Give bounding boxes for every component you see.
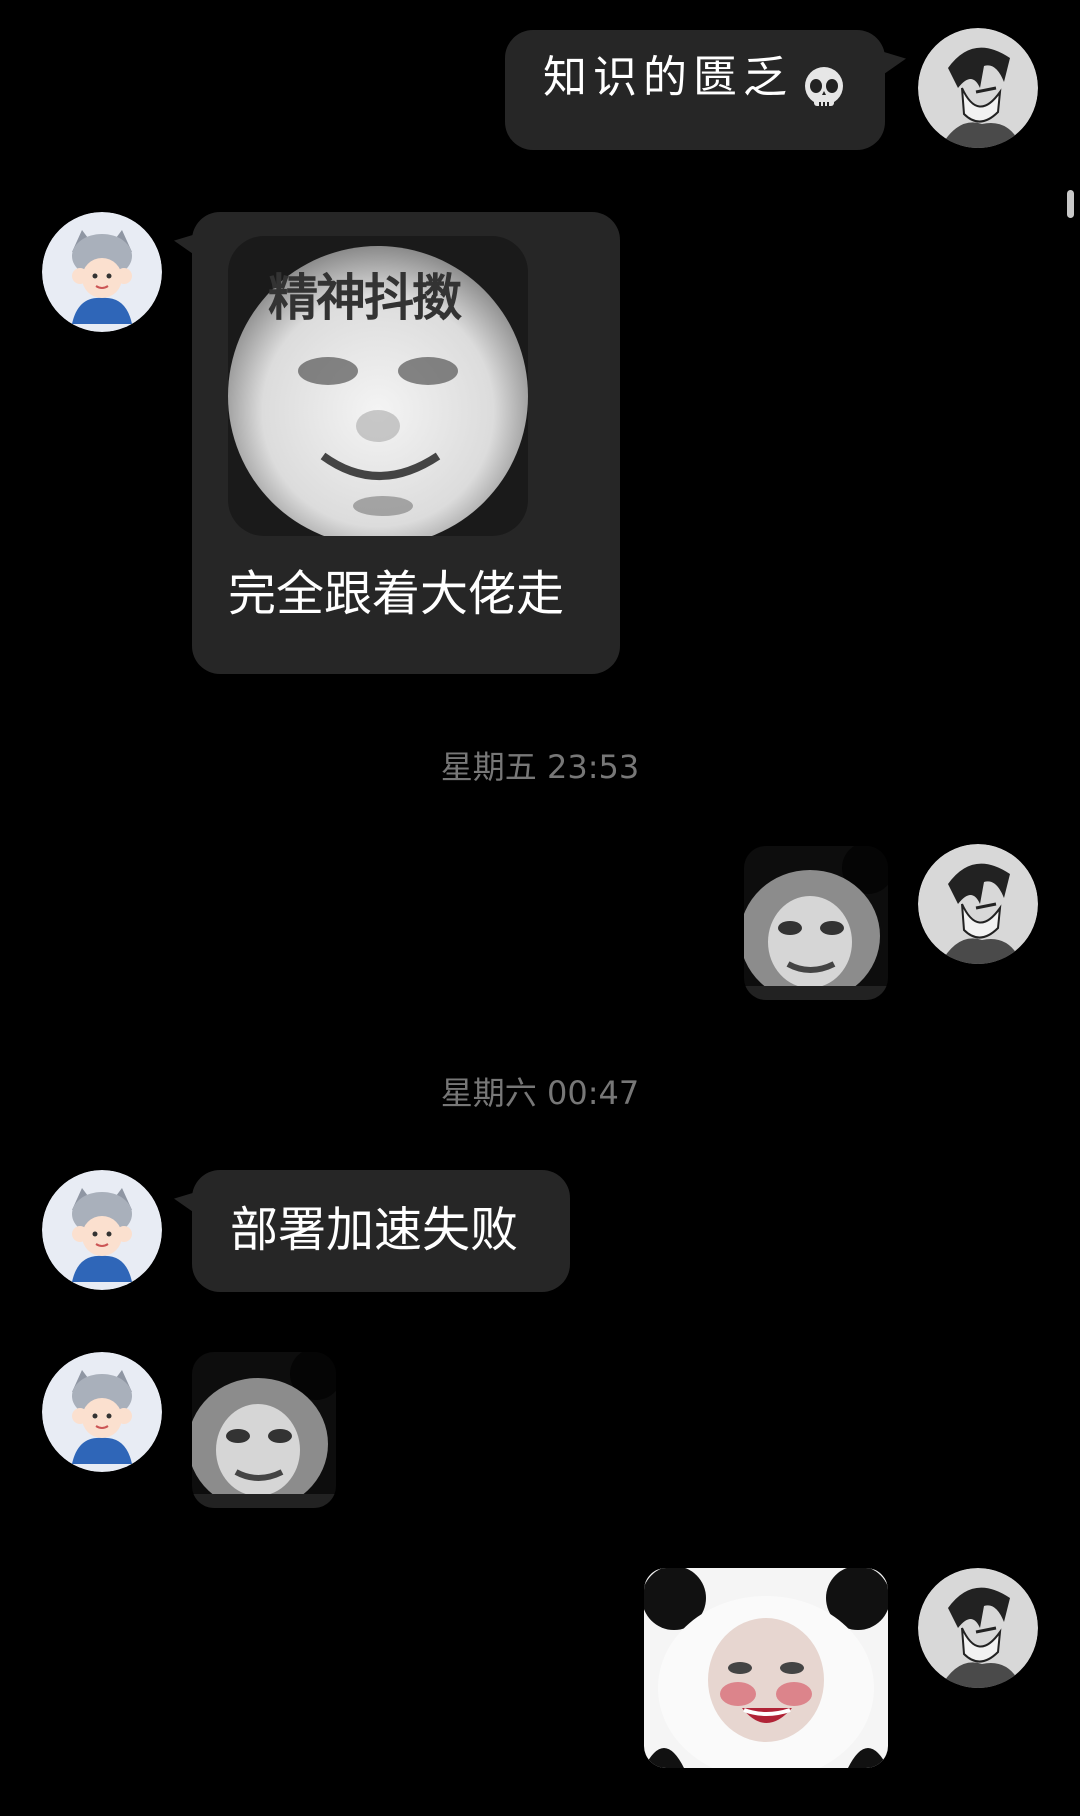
sticker-caption: 精神抖擞 bbox=[268, 269, 462, 327]
contact-avatar[interactable] bbox=[42, 1170, 162, 1290]
skull-emoji-icon bbox=[800, 64, 848, 112]
contact-avatar[interactable] bbox=[42, 212, 162, 332]
my-avatar[interactable] bbox=[918, 1568, 1038, 1688]
message-text: 完全跟着大佬走 bbox=[228, 566, 565, 622]
panda-laughing-sticker[interactable] bbox=[644, 1568, 888, 1768]
timestamp-divider: 星期六 00:47 bbox=[440, 1074, 640, 1112]
timestamp-divider: 星期五 23:53 bbox=[440, 748, 640, 786]
panda-face-sticker[interactable] bbox=[192, 1352, 336, 1508]
panda-face-sticker[interactable] bbox=[744, 846, 888, 1000]
my-avatar[interactable] bbox=[918, 844, 1038, 964]
contact-avatar[interactable] bbox=[42, 1352, 162, 1472]
message-text: 部署加速失败 bbox=[230, 1202, 519, 1258]
my-avatar[interactable] bbox=[918, 28, 1038, 148]
message-text: 知识的匮乏 bbox=[543, 52, 793, 103]
scrollbar-handle[interactable] bbox=[1067, 190, 1074, 218]
bubble-tail bbox=[884, 52, 906, 74]
